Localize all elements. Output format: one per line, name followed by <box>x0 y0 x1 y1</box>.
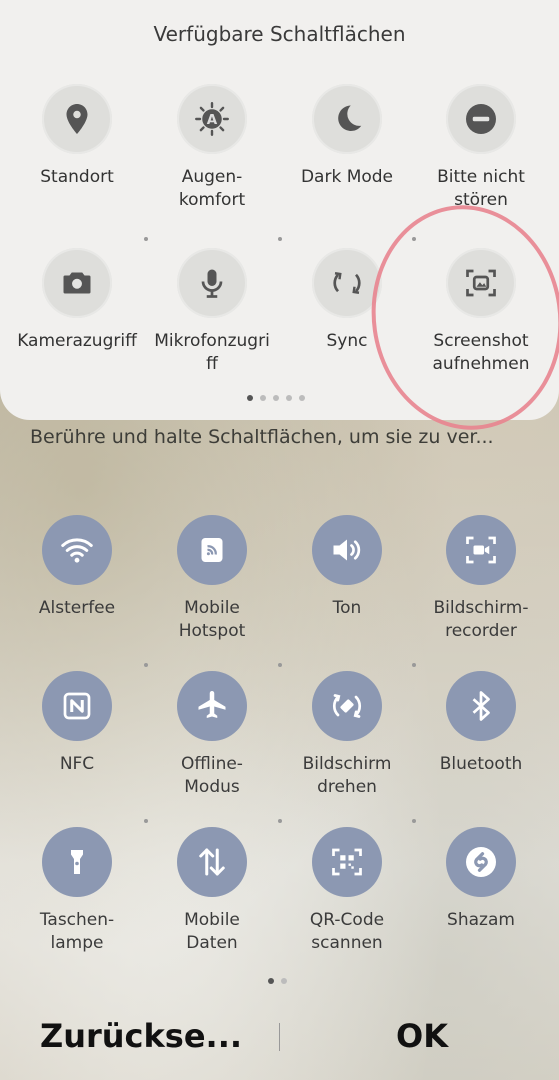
tile-augenkomfort[interactable]: A Augen- komfort <box>145 84 279 212</box>
eye-comfort-icon: A <box>177 84 247 154</box>
available-pager <box>247 395 305 401</box>
footer-bar: Zurückse... OK <box>0 1005 559 1075</box>
airplane-icon <box>177 671 247 741</box>
page-dot[interactable] <box>260 395 266 401</box>
qr-code-icon <box>312 827 382 897</box>
wifi-icon <box>42 515 112 585</box>
divider-dot <box>278 237 282 241</box>
rotate-icon <box>312 671 382 741</box>
tile-screen-recorder[interactable]: Bildschirm- recorder <box>414 515 548 643</box>
tile-label: Kamerazugriff <box>17 331 137 351</box>
ok-button[interactable]: OK <box>396 1017 448 1055</box>
tile-offline-mode[interactable]: Offline- Modus <box>145 671 279 799</box>
tile-label: Mobile Hotspot <box>178 598 246 641</box>
page-dot[interactable] <box>273 395 279 401</box>
tile-wifi[interactable]: Alsterfee <box>10 515 144 620</box>
tile-qr-code[interactable]: QR-Code scannen <box>280 827 414 955</box>
tile-label: Mobile Daten <box>184 910 240 953</box>
page-dot[interactable] <box>281 978 287 984</box>
moon-icon <box>312 84 382 154</box>
tile-mobile-data[interactable]: Mobile Daten <box>145 827 279 955</box>
active-pager <box>268 978 287 984</box>
screen-recorder-icon <box>446 515 516 585</box>
do-not-disturb-icon <box>446 84 516 154</box>
tile-dark-mode[interactable]: Dark Mode <box>280 84 414 189</box>
tile-label: QR-Code scannen <box>309 910 385 953</box>
nfc-icon <box>42 671 112 741</box>
tile-bitte-nicht-stoeren[interactable]: Bitte nicht stören <box>414 84 548 212</box>
camera-icon <box>42 248 112 318</box>
divider-dot <box>412 819 416 823</box>
tile-label: Bildschirm drehen <box>302 754 392 797</box>
page-dot[interactable] <box>299 395 305 401</box>
tile-label: Bitte nicht stören <box>437 167 525 210</box>
reset-button[interactable]: Zurückse... <box>40 1017 242 1055</box>
page-dot[interactable] <box>247 395 253 401</box>
tile-label: Alsterfee <box>38 598 116 618</box>
divider-dot <box>144 237 148 241</box>
tile-label: Mikrofonzugri ff <box>154 331 270 374</box>
tile-label: Taschen- lampe <box>39 910 115 953</box>
mobile-data-icon <box>177 827 247 897</box>
tile-label: NFC <box>59 754 95 774</box>
sound-icon <box>312 515 382 585</box>
tile-label: Shazam <box>447 910 515 930</box>
tile-kamerazugriff[interactable]: Kamerazugriff <box>10 248 144 353</box>
instruction-text: Berühre und halte Schaltflächen, um sie … <box>30 426 494 448</box>
divider-dot <box>278 819 282 823</box>
tile-label: Standort <box>40 167 114 187</box>
microphone-icon <box>177 248 247 318</box>
tile-ton[interactable]: Ton <box>280 515 414 620</box>
tile-label: Ton <box>332 598 362 618</box>
divider-dot <box>412 663 416 667</box>
page-dot[interactable] <box>268 978 274 984</box>
location-pin-icon <box>42 84 112 154</box>
tile-bluetooth[interactable]: Bluetooth <box>414 671 548 776</box>
tile-label: Augen- komfort <box>178 167 246 210</box>
tile-flashlight[interactable]: Taschen- lampe <box>10 827 144 955</box>
tile-mikrofonzugriff[interactable]: Mikrofonzugri ff <box>145 248 279 376</box>
divider-dot <box>144 663 148 667</box>
tile-label: Offline- Modus <box>181 754 243 797</box>
tile-label: Bluetooth <box>439 754 523 774</box>
tile-standort[interactable]: Standort <box>10 84 144 189</box>
divider-dot <box>278 663 282 667</box>
tile-shazam[interactable]: Shazam <box>414 827 548 932</box>
tile-label: Dark Mode <box>300 167 394 187</box>
hotspot-icon <box>177 515 247 585</box>
flashlight-icon <box>42 827 112 897</box>
shazam-icon <box>446 827 516 897</box>
tile-hotspot[interactable]: Mobile Hotspot <box>145 515 279 643</box>
tile-nfc[interactable]: NFC <box>10 671 144 776</box>
divider-dot <box>144 819 148 823</box>
bluetooth-icon <box>446 671 516 741</box>
panel-title: Verfügbare Schaltflächen <box>153 22 406 46</box>
svg-text:A: A <box>207 112 218 128</box>
tile-rotate-screen[interactable]: Bildschirm drehen <box>280 671 414 799</box>
tile-label: Bildschirm- recorder <box>433 598 529 641</box>
footer-divider <box>279 1023 280 1051</box>
page-dot[interactable] <box>286 395 292 401</box>
